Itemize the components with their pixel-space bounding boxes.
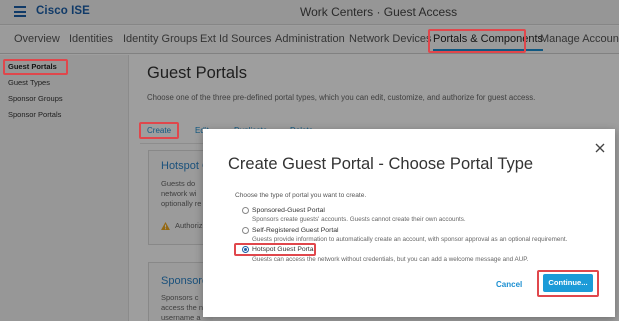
- create-portal-dialog: Create Guest Portal - Choose Portal Type…: [203, 129, 615, 317]
- option-description: Guests provide information to automatica…: [252, 236, 568, 243]
- cancel-button[interactable]: Cancel: [496, 280, 522, 289]
- option-label[interactable]: Hotspot Guest Portal: [252, 246, 315, 253]
- radio-sponsored-guest-portal[interactable]: [242, 207, 249, 214]
- option-description: Guests can access the network without cr…: [252, 256, 529, 263]
- radio-self-registered-guest-portal[interactable]: [242, 227, 249, 234]
- dialog-title: Create Guest Portal - Choose Portal Type: [228, 155, 534, 173]
- option-description: Sponsors create guests' accounts. Guests…: [252, 216, 466, 223]
- radio-hotspot-guest-portal[interactable]: [242, 246, 249, 253]
- option-label[interactable]: Self-Registered Guest Portal: [252, 227, 339, 234]
- option-label[interactable]: Sponsored-Guest Portal: [252, 207, 325, 214]
- dialog-prompt: Choose the type of portal you want to cr…: [235, 192, 367, 199]
- continue-button[interactable]: Continue...: [543, 274, 593, 292]
- close-icon[interactable]: [595, 143, 605, 153]
